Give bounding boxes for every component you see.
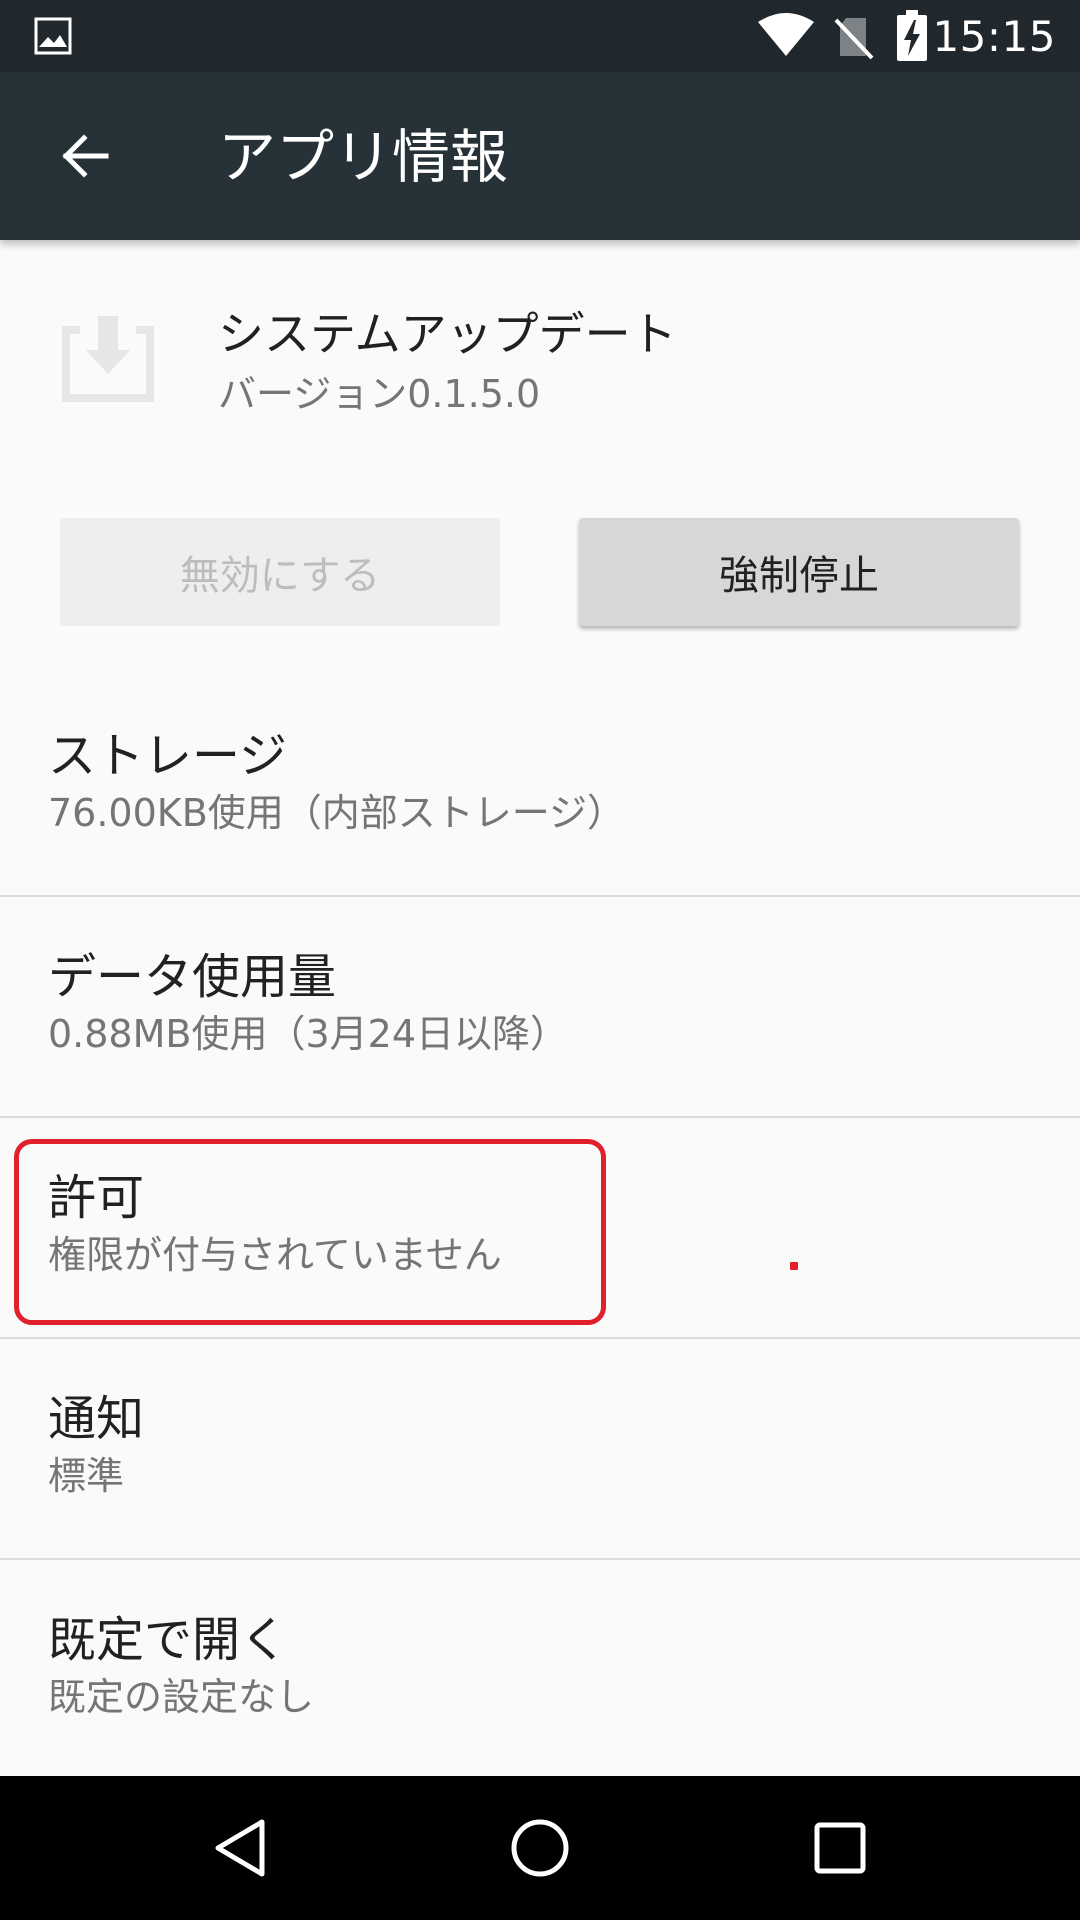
list-item-data-usage[interactable]: データ使用量 0.88MB使用（3月24日以降）: [0, 897, 1080, 1118]
status-clock: 15:15: [932, 12, 1056, 61]
tap-marker: [790, 1262, 798, 1270]
gallery-icon: [34, 17, 72, 55]
screen: 15:15 アプリ情報 システムアップデート バージョン0.1.5.0 無効にす…: [0, 0, 1080, 1920]
list-item-notifications[interactable]: 通知 標準: [0, 1339, 1080, 1560]
highlight-box: [14, 1139, 606, 1325]
nav-home-button[interactable]: [490, 1798, 590, 1898]
navigation-bar: [0, 1776, 1080, 1920]
system-update-icon: [62, 316, 154, 402]
list-item-storage[interactable]: ストレージ 76.00KB使用（内部ストレージ）: [0, 676, 1080, 897]
app-bar: アプリ情報: [0, 72, 1080, 240]
storage-title: ストレージ: [48, 728, 288, 784]
list-item-open-by-default[interactable]: 既定で開く 既定の設定なし: [0, 1560, 1080, 1781]
no-sim-icon: [834, 18, 874, 60]
storage-subtitle: 76.00KB使用（内部ストレージ）: [48, 791, 626, 835]
open-by-default-title: 既定で開く: [48, 1612, 289, 1668]
app-version: バージョン0.1.5.0: [218, 372, 541, 416]
page-title: アプリ情報: [218, 123, 509, 191]
nav-recents-icon: [814, 1822, 866, 1874]
nav-home-icon: [511, 1819, 569, 1877]
app-header: システムアップデート バージョン0.1.5.0: [0, 240, 1080, 490]
disable-button[interactable]: 無効にする: [60, 518, 500, 626]
arrow-back-icon: [62, 134, 109, 178]
back-button[interactable]: [40, 112, 128, 200]
status-bar: 15:15: [0, 0, 1080, 72]
force-stop-button[interactable]: 強制停止: [579, 518, 1019, 626]
nav-back-icon: [215, 1819, 265, 1877]
nav-recents-button[interactable]: [790, 1798, 890, 1898]
wifi-icon: [758, 13, 814, 56]
battery-charging-icon: [897, 10, 927, 61]
notifications-title: 通知: [48, 1391, 145, 1447]
data-usage-title: データ使用量: [48, 949, 337, 1005]
nav-back-button[interactable]: [190, 1798, 290, 1898]
app-name: システムアップデート: [218, 307, 677, 361]
data-usage-subtitle: 0.88MB使用（3月24日以降）: [48, 1012, 568, 1056]
open-by-default-subtitle: 既定の設定なし: [48, 1675, 315, 1719]
notifications-subtitle: 標準: [48, 1454, 125, 1498]
